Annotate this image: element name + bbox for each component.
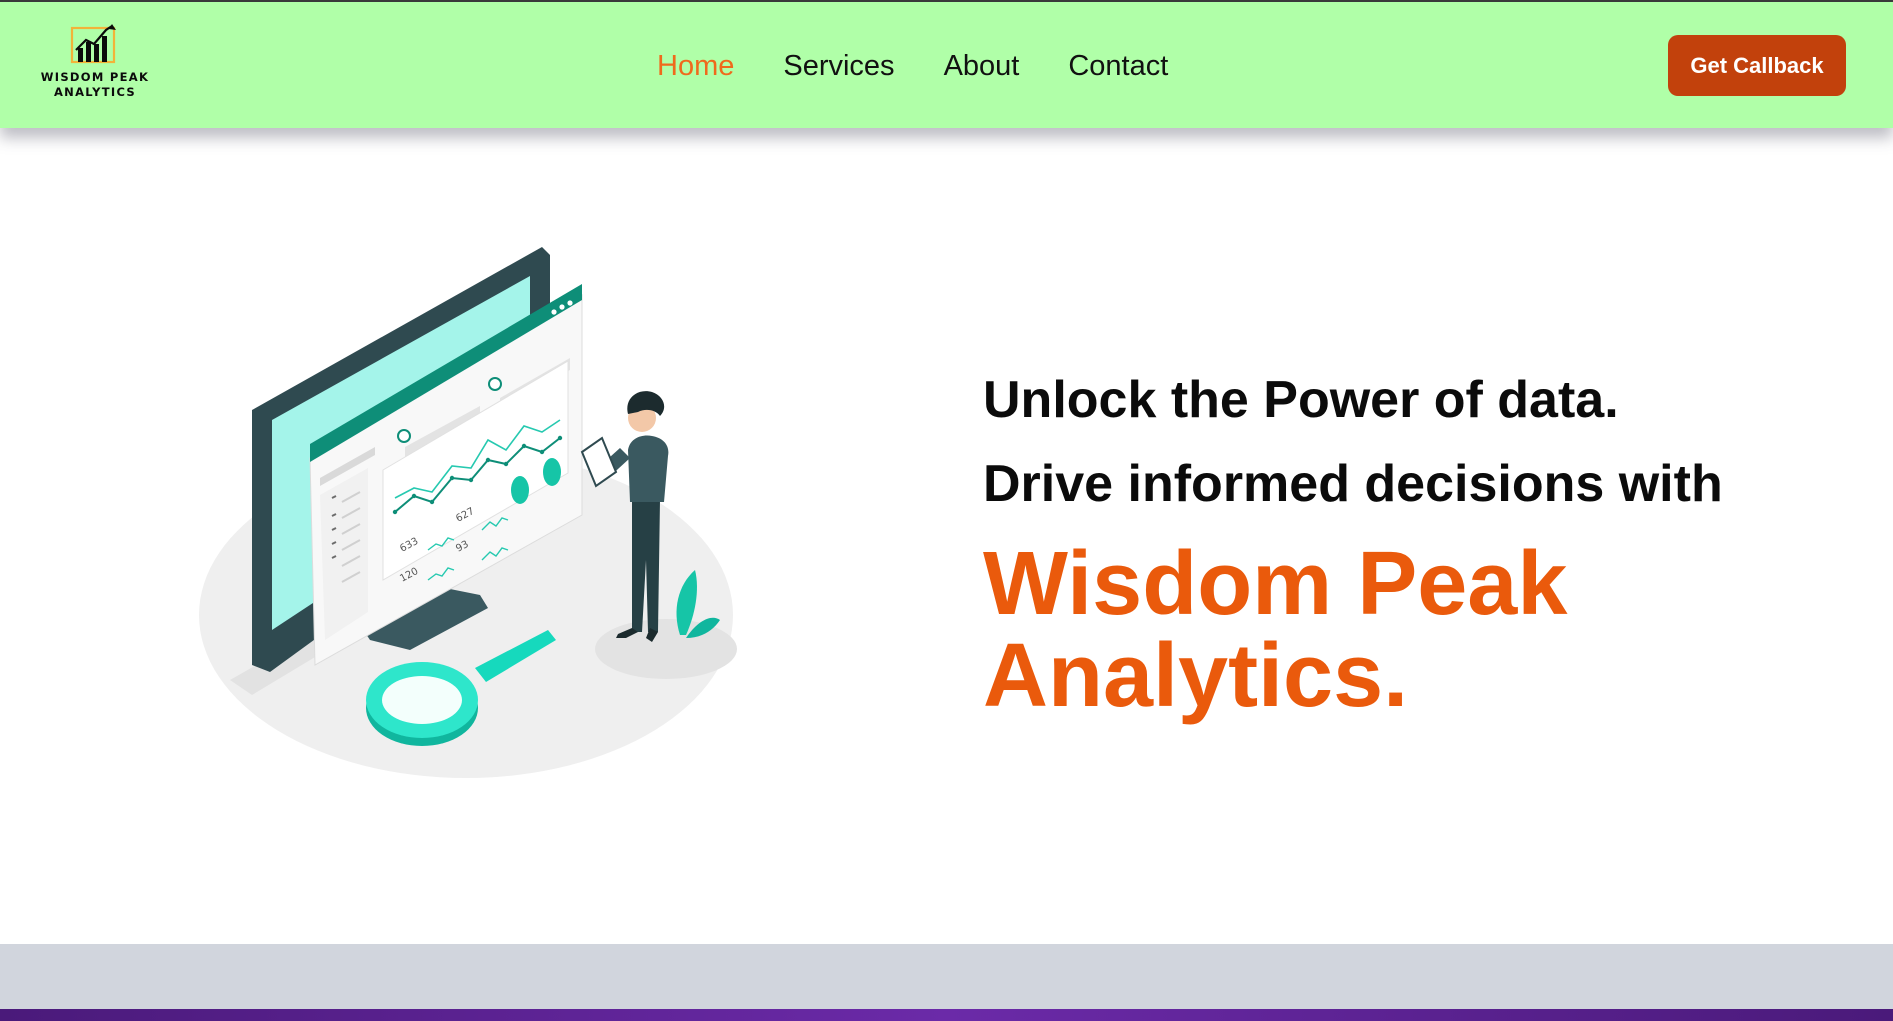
donut-chart-1: [511, 476, 529, 504]
logo[interactable]: WISDOM PEAK ANALYTICS: [36, 22, 154, 104]
donut-chart-2: [543, 458, 561, 486]
nav-home[interactable]: Home: [657, 46, 734, 86]
site-header: WISDOM PEAK ANALYTICS Home Services Abou…: [0, 2, 1893, 128]
section-divider-band: [0, 944, 1893, 1009]
nav-contact[interactable]: Contact: [1068, 46, 1168, 86]
hero-headline-1: Unlock the Power of data.: [983, 371, 1619, 429]
footer-strip: [0, 1009, 1893, 1021]
hero-text: Unlock the Power of data. Drive informed…: [983, 370, 1863, 722]
person-floor-shadow: [595, 619, 737, 679]
hero-illustration: 627 633 93 120: [199, 247, 737, 778]
magnifier-lens: [382, 676, 462, 724]
logo-chart-icon: [70, 24, 116, 64]
get-callback-button[interactable]: Get Callback: [1668, 35, 1846, 96]
hero-headline-2: Drive informed decisions with: [983, 455, 1723, 513]
nav-about[interactable]: About: [944, 46, 1020, 86]
main-nav: Home Services About Contact: [657, 46, 1217, 86]
hero-brand-name: Wisdom Peak Analytics.: [983, 534, 1568, 726]
nav-services[interactable]: Services: [783, 46, 894, 86]
logo-text: WISDOM PEAK ANALYTICS: [40, 70, 150, 99]
